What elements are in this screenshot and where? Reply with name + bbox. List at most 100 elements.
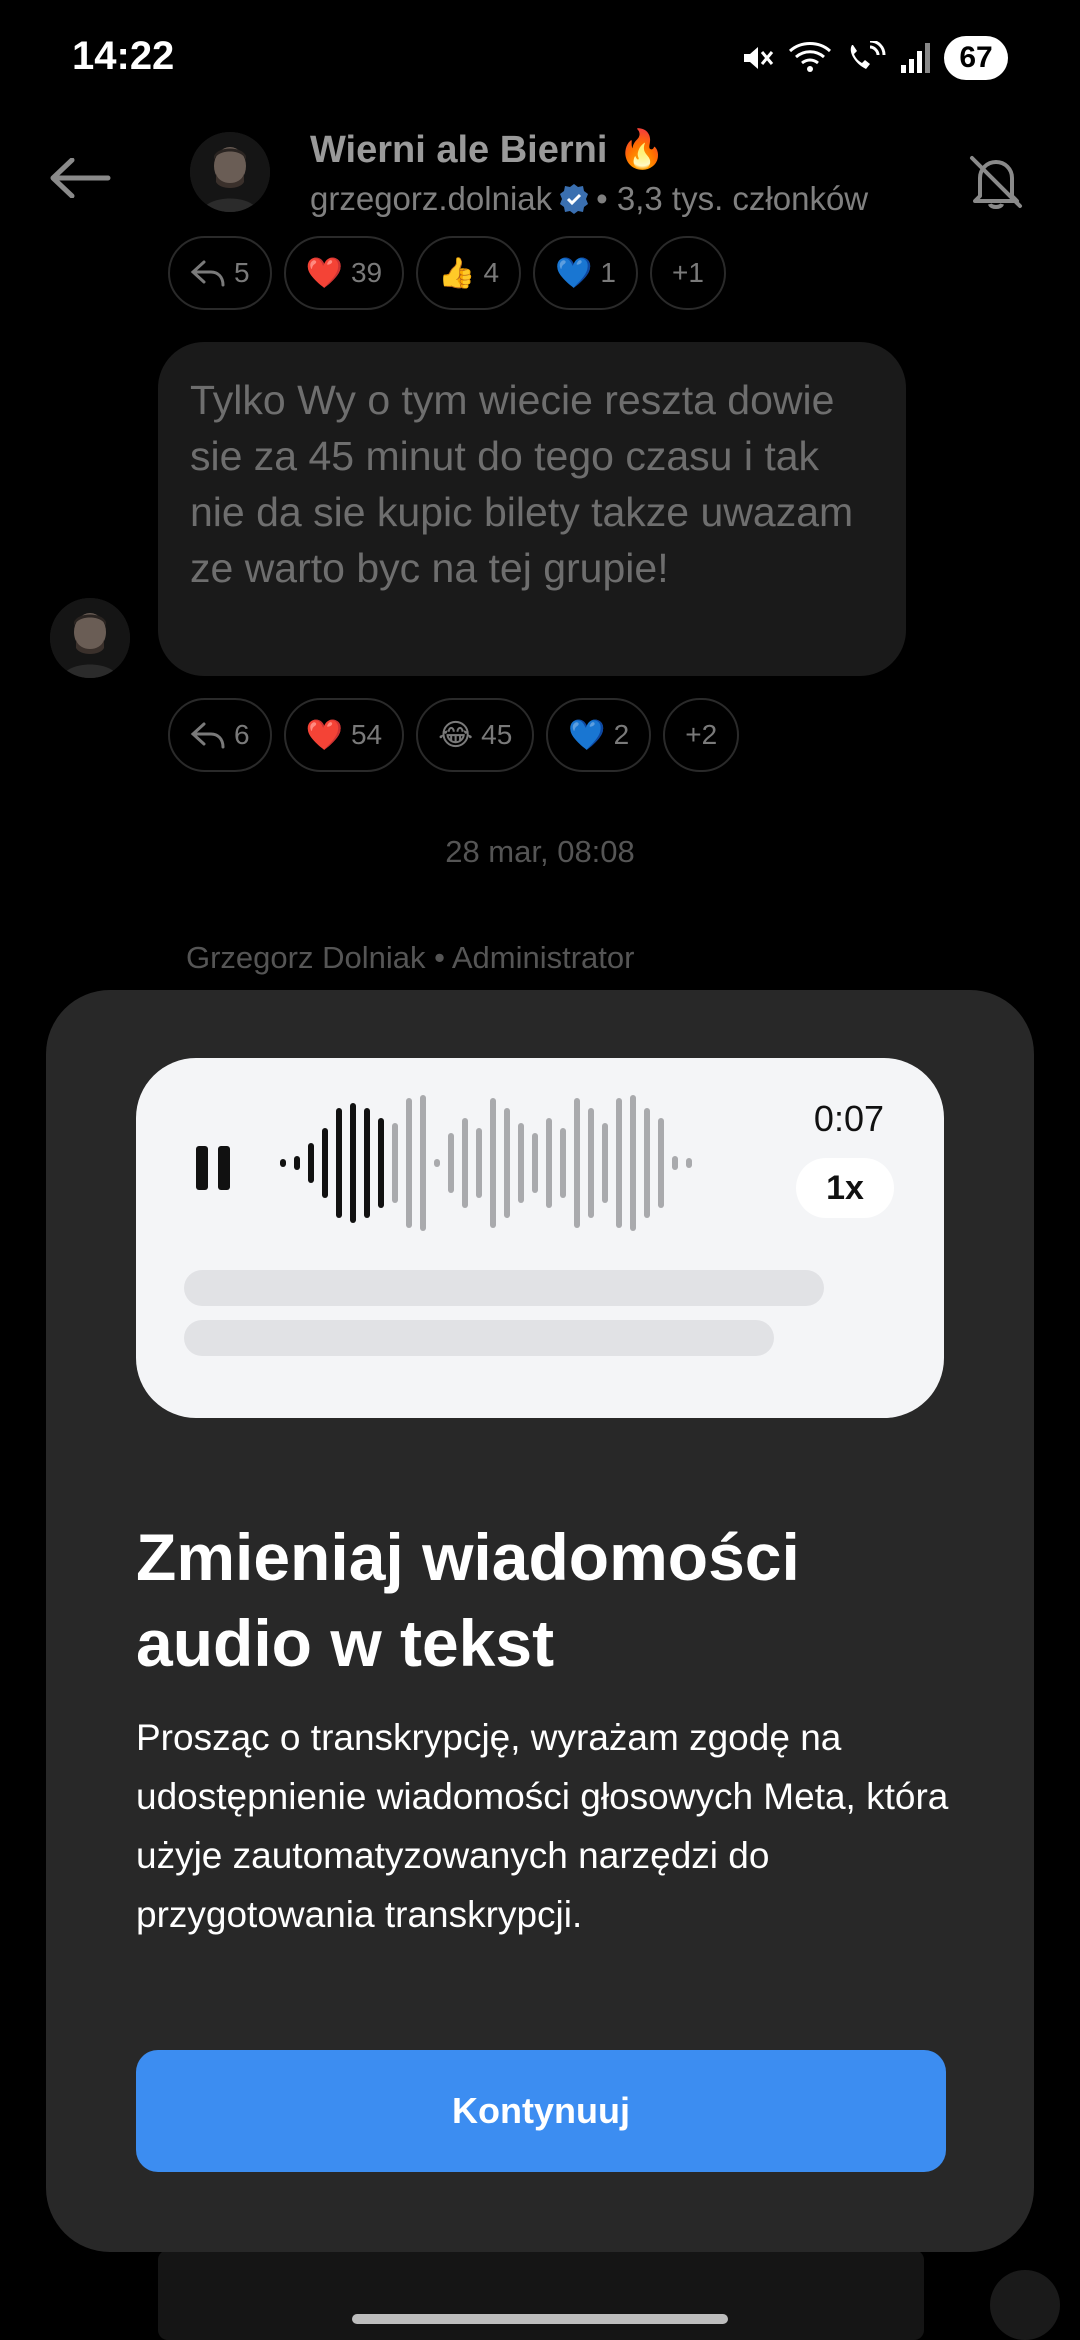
waveform-bar: [378, 1118, 384, 1208]
wifi-icon: [788, 42, 832, 72]
avatar-face: [50, 598, 130, 678]
reply-icon: [190, 260, 225, 287]
back-button[interactable]: [40, 138, 120, 218]
group-avatar[interactable]: [190, 132, 270, 212]
audio-duration: 0:07: [813, 1098, 884, 1139]
waveform-bar: [588, 1108, 594, 1218]
fire-emoji: 🔥: [617, 129, 666, 171]
status-icons: 67: [740, 36, 1008, 80]
waveform-bar: [602, 1123, 608, 1203]
reaction-more[interactable]: +2: [663, 698, 740, 772]
reaction-more[interactable]: +1: [649, 236, 726, 310]
heart-emoji: ❤️: [305, 256, 343, 290]
waveform-bar: [630, 1095, 636, 1231]
wifi-calling-icon: [850, 41, 886, 69]
reaction-blue-heart[interactable]: 💙 2: [546, 698, 652, 772]
audio-waveform: [280, 1095, 692, 1231]
reaction-thumbs-up[interactable]: 👍 4: [416, 236, 522, 310]
sheet-description: Prosząc o transkrypcję, wyrażam zgodę na…: [136, 1717, 949, 1935]
reaction-count: 54: [350, 719, 383, 750]
waveform-bar: [616, 1098, 622, 1228]
reaction-blue-heart[interactable]: 💙 1: [533, 236, 638, 310]
status-time: 14:22: [72, 34, 175, 78]
transcript-placeholder-line: [184, 1320, 774, 1356]
home-indicator: [352, 2314, 728, 2324]
waveform-bar: [322, 1128, 328, 1198]
heart-emoji: ❤️: [305, 718, 343, 752]
back-arrow-icon: [50, 158, 111, 198]
reaction-heart[interactable]: ❤️ 39: [283, 236, 405, 310]
laughing-emoji: 😂: [438, 718, 474, 752]
status-bar: 14:22 67: [0, 0, 1080, 118]
waveform-bar: [532, 1133, 538, 1193]
scroll-down-button[interactable]: [990, 2270, 1060, 2340]
reaction-count: 45: [481, 719, 513, 750]
waveform-bar: [280, 1159, 286, 1167]
waveform-bar: [364, 1108, 370, 1218]
waveform-bar: [420, 1095, 426, 1231]
blue-heart-emoji: 💙: [568, 718, 606, 752]
playback-speed-chip: 1x: [796, 1158, 894, 1218]
reply-count-button[interactable]: 5: [168, 236, 272, 310]
waveform-bar: [672, 1156, 678, 1170]
reactions-row-bottom: 6 ❤️ 54 😂 45 💙 2 +2: [168, 698, 740, 772]
reply-icon: [190, 722, 225, 749]
reaction-count: +2: [685, 719, 718, 750]
reaction-count: 5: [234, 257, 250, 288]
sender-avatar[interactable]: [50, 598, 130, 678]
reaction-count: 2: [613, 719, 630, 750]
reaction-count: +1: [671, 257, 704, 288]
continue-button[interactable]: Kontynuuj: [136, 2050, 946, 2172]
waveform-bar: [504, 1108, 510, 1218]
waveform-bar: [448, 1133, 454, 1193]
date-separator: 28 mar, 08:08: [445, 834, 635, 869]
message-text: Tylko Wy o tym wiecie reszta dowie sie z…: [190, 377, 854, 591]
waveform-bar: [644, 1108, 650, 1218]
blue-heart-emoji: 💙: [555, 256, 593, 290]
reaction-count: 4: [483, 257, 500, 288]
group-name[interactable]: Wierni ale Bierni 🔥: [310, 128, 665, 172]
chat-header: Wierni ale Bierni 🔥 grzegorz.dolniak • 3…: [0, 118, 1080, 238]
avatar-face: [190, 132, 270, 212]
transcript-placeholder-line: [184, 1270, 824, 1306]
waveform-bar: [476, 1128, 482, 1198]
notifications-button[interactable]: [956, 142, 1036, 222]
waveform-bar: [686, 1158, 692, 1168]
group-name-text: Wierni ale Bierni: [310, 129, 608, 171]
sender-line: Grzegorz Dolniak • Administrator: [186, 940, 635, 975]
reaction-count: 6: [234, 719, 250, 750]
member-count: • 3,3 tys. członków: [596, 180, 869, 217]
waveform-bar: [308, 1143, 314, 1183]
image-message-preview[interactable]: [158, 2250, 924, 2340]
waveform-bar: [658, 1118, 664, 1208]
waveform-bar: [294, 1156, 300, 1170]
reactions-row-top: 5 ❤️ 39 👍 4 💙 1 +1: [168, 236, 726, 310]
waveform-bar: [392, 1123, 398, 1203]
audio-preview-card: 0:07 1x: [136, 1058, 944, 1418]
thumbs-up-emoji: 👍: [438, 256, 476, 290]
signal-icon: [901, 43, 930, 73]
waveform-bar: [462, 1118, 468, 1208]
waveform-bar: [546, 1118, 552, 1208]
reaction-count: 39: [350, 257, 383, 288]
waveform-bar: [406, 1098, 412, 1228]
pause-icon: [196, 1146, 230, 1190]
admin-handle: grzegorz.dolniak: [310, 180, 553, 217]
reply-count-button[interactable]: 6: [168, 698, 272, 772]
waveform-bar: [560, 1128, 566, 1198]
reaction-heart[interactable]: ❤️ 54: [283, 698, 405, 772]
verified-badge-icon: [560, 184, 589, 214]
waveform-bar: [434, 1159, 440, 1167]
waveform-bar: [518, 1123, 524, 1203]
transcription-sheet: 0:07 1x Zmieniaj wiadomości audio w teks…: [46, 990, 1034, 2252]
waveform-bar: [574, 1098, 580, 1228]
sheet-title: Zmieniaj wiadomości audio w tekst: [136, 1520, 800, 1680]
reaction-count: 1: [600, 257, 616, 288]
reaction-laughing[interactable]: 😂 45: [416, 698, 535, 772]
message-bubble[interactable]: Tylko Wy o tym wiecie reszta dowie sie z…: [158, 342, 906, 676]
battery-icon: 67: [944, 36, 1008, 80]
waveform-bar: [490, 1098, 496, 1228]
mute-icon: [744, 47, 774, 69]
bell-off-icon: [970, 156, 1022, 209]
group-subtitle: grzegorz.dolniak • 3,3 tys. członków: [310, 180, 868, 218]
